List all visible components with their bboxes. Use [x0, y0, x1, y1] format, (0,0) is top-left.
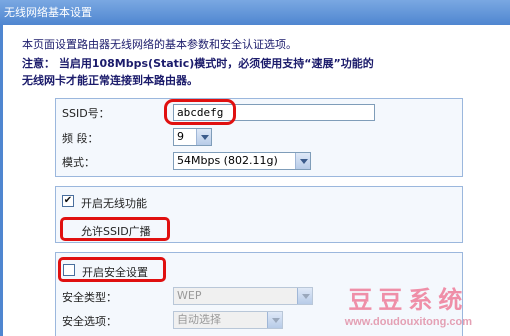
wireless-function-panel: ✔ 开启无线功能 允许SSID广播	[55, 186, 463, 243]
page-description: 本页面设置路由器无线网络的基本参数和安全认证选项。	[22, 38, 297, 51]
mode-label: 模式：	[62, 156, 95, 169]
channel-value: 9	[177, 130, 184, 143]
enable-wireless-checkbox[interactable]: ✔	[62, 195, 74, 207]
chevron-down-icon	[295, 153, 310, 169]
watermark-name: 豆豆系统	[348, 285, 469, 314]
security-highlight-box	[58, 257, 166, 282]
window-left-border	[0, 25, 3, 336]
security-type-select[interactable]: WEP	[173, 287, 313, 305]
site-watermark: 豆豆系统 www.doudouxitong.com	[345, 280, 472, 328]
window-title: 无线网络基本设置	[0, 0, 510, 25]
security-option-label: 安全选项：	[62, 315, 117, 328]
notice-line-1: 当启用108Mbps(Static)模式时，必须使用支持“速展”功能的	[58, 57, 374, 70]
chevron-down-icon	[297, 288, 312, 304]
ssid-label: SSID号：	[62, 107, 110, 120]
channel-select[interactable]: 9	[173, 128, 212, 146]
security-type-value: WEP	[177, 289, 202, 302]
channel-label: 频 段：	[62, 132, 99, 145]
ssid-highlight-oval	[164, 99, 236, 125]
chevron-down-icon	[196, 129, 211, 145]
security-option-value: 自动选择	[177, 313, 221, 326]
security-type-label: 安全类型：	[62, 291, 117, 304]
enable-wireless-label: 开启无线功能	[81, 197, 147, 210]
chevron-down-icon	[267, 312, 282, 328]
notice-line-2: 无线网卡才能正常连接到本路由器。	[22, 74, 198, 87]
watermark-url: www.doudouxitong.com	[344, 316, 472, 328]
security-option-select[interactable]: 自动选择	[173, 311, 283, 329]
mode-value: 54Mbps (802.11g)	[177, 154, 278, 167]
broadcast-highlight-box	[60, 217, 170, 241]
notice-prefix: 注意：	[22, 57, 55, 70]
notice-text: 注意： 当启用108Mbps(Static)模式时，必须使用支持“速展”功能的 …	[22, 55, 492, 89]
mode-select[interactable]: 54Mbps (802.11g)	[173, 152, 311, 170]
basic-settings-panel: SSID号： abcdefg 频 段： 9 模式： 54Mbps (802.11…	[55, 98, 463, 177]
